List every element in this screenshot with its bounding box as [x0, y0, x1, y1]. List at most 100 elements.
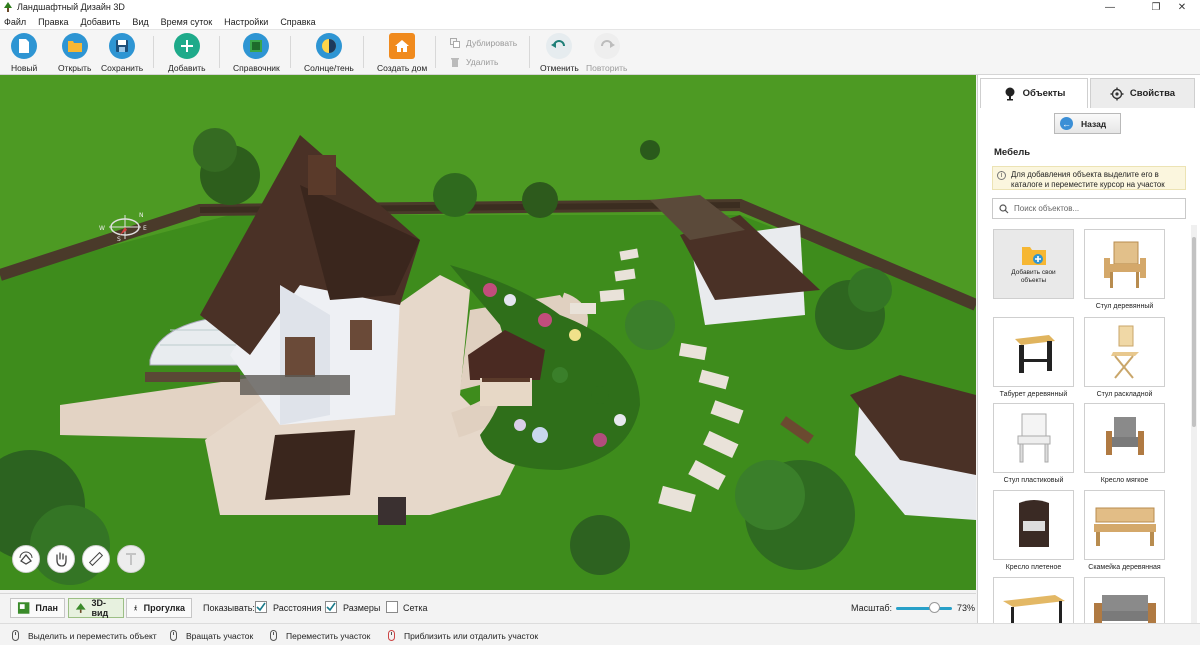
tab-plan-label: План [35, 603, 58, 613]
toolbar-divider [363, 36, 364, 68]
toolbar-divider [435, 36, 436, 68]
catalog-item-wicker-armchair[interactable]: Кресло плетеное [993, 490, 1074, 571]
pan-hand-button[interactable] [47, 545, 75, 573]
zoom-slider-handle[interactable] [929, 602, 940, 613]
sun-shadow-button[interactable]: Солнце/тень [304, 33, 354, 73]
category-title: Мебель [994, 147, 1031, 158]
catalog-item-garden-table[interactable] [993, 577, 1074, 623]
open-label: Открыть [58, 63, 92, 73]
tab-plan[interactable]: План [10, 598, 65, 618]
menu-time-of-day[interactable]: Время суток [161, 17, 213, 27]
create-house-button[interactable]: Создать дом [377, 33, 427, 73]
text-tool-button[interactable] [117, 545, 145, 573]
catalog-item-folding-chair[interactable]: Стул раскладной [1084, 317, 1165, 398]
new-file-icon [11, 33, 38, 59]
open-button[interactable]: Открыть [58, 33, 91, 73]
grey-sofa-thumbnail [1093, 595, 1156, 623]
save-button[interactable]: Сохранить [101, 33, 143, 73]
tab-walk[interactable]: Прогулка [126, 598, 192, 618]
dimensions-checkbox[interactable] [325, 601, 337, 613]
tab-3d-view[interactable]: 3D-вид [68, 598, 124, 618]
catalog-item-plastic-chair[interactable]: Стул пластиковый [993, 403, 1074, 484]
compass-south: S [117, 236, 121, 243]
sun-shadow-icon [315, 33, 342, 59]
save-disk-icon [109, 33, 136, 59]
catalog-item-label: Кресло плетеное [1005, 564, 1062, 571]
compass-north: N [139, 212, 144, 219]
mouse-right-icon [170, 630, 177, 641]
tab-properties-label: Свойства [1129, 88, 1176, 99]
wooden-bench-thumbnail [1093, 507, 1156, 546]
menu-file[interactable]: Файл [4, 17, 26, 27]
catalog-item-grey-sofa[interactable] [1084, 577, 1165, 623]
3d-viewport[interactable]: N S E W [0, 75, 976, 590]
soft-armchair-thumbnail [1105, 417, 1144, 455]
catalog-item-wooden-bench[interactable]: Скамейка деревянная [1084, 490, 1165, 571]
gear-icon [1110, 87, 1124, 100]
scale-value: 73% [957, 603, 976, 613]
duplicate-icon [450, 38, 460, 48]
rotate-view-button[interactable] [12, 545, 40, 573]
search-box[interactable] [992, 198, 1186, 219]
menu-edit[interactable]: Правка [38, 17, 68, 27]
menu-bar: Файл Правка Добавить Вид Время суток Нас… [0, 14, 1200, 30]
walking-person-icon [134, 605, 138, 611]
tab-objects[interactable]: Объекты [980, 78, 1088, 108]
app-logo-icon [4, 2, 12, 12]
add-button[interactable]: Добавить [168, 33, 206, 73]
delete-button[interactable]: Удалить [450, 57, 498, 67]
plastic-chair-thumbnail [1017, 413, 1050, 463]
redo-icon [593, 33, 620, 59]
hint-text: Для добавления объекта выделите его в ка… [1011, 170, 1165, 189]
catalog-item-wooden-chair[interactable]: Стул деревянный [1084, 229, 1165, 310]
toolbar-divider [529, 36, 530, 68]
add-own-objects-button[interactable]: Добавить свои объекты [993, 229, 1074, 299]
hint-move-plot: Переместить участок [270, 630, 370, 641]
save-label: Сохранить [101, 63, 144, 73]
grid-checkbox[interactable] [386, 601, 398, 613]
redo-button[interactable]: Повторить [586, 33, 628, 73]
panel-scrollbar-thumb[interactable] [1192, 237, 1196, 427]
distances-checkbox[interactable] [255, 601, 267, 613]
tab-objects-label: Объекты [1022, 88, 1066, 99]
undo-button[interactable]: Отменить [540, 33, 579, 73]
checkmark-icon [326, 602, 336, 612]
back-button[interactable]: ← Назад [1054, 113, 1121, 134]
search-input[interactable] [1014, 204, 1184, 213]
house-icon [389, 33, 416, 59]
duplicate-label: Дублировать [466, 38, 518, 48]
redo-label: Повторить [586, 63, 628, 73]
catalog-item-soft-armchair[interactable]: Кресло мягкое [1084, 403, 1165, 484]
close-button[interactable]: ✕ [1164, 0, 1200, 14]
ruler-button[interactable] [82, 545, 110, 573]
mouse-left-icon [12, 630, 19, 641]
delete-label: Удалить [466, 57, 499, 67]
text-tool-icon [126, 553, 136, 565]
reference-button[interactable]: Справочник [233, 33, 280, 73]
zoom-slider-track[interactable] [896, 607, 952, 610]
mouse-middle-icon [270, 630, 277, 641]
ruler-icon [88, 551, 104, 567]
undo-label: Отменить [540, 63, 579, 73]
garden-table-thumbnail [1002, 595, 1065, 623]
compass-east: E [143, 225, 147, 232]
menu-add[interactable]: Добавить [81, 17, 121, 27]
compass-west: W [99, 225, 105, 232]
dimensions-label: Размеры [343, 603, 381, 613]
catalog-item-label: Кресло мягкое [1100, 477, 1149, 484]
tab-walk-label: Прогулка [143, 603, 185, 613]
minimize-button[interactable]: — [1092, 0, 1128, 14]
menu-settings[interactable]: Настройки [224, 17, 268, 27]
catalog-item-wooden-stool[interactable]: Табурет деревянный [993, 317, 1074, 398]
garden-3d-scene[interactable]: N S E W [0, 75, 976, 590]
duplicate-button[interactable]: Дублировать [450, 38, 517, 48]
hint-select-move: Выделить и переместить объект [12, 630, 157, 641]
objects-panel: Объекты Свойства ← Назад Мебель i Для до… [977, 75, 1200, 623]
tab-properties[interactable]: Свойства [1090, 78, 1195, 108]
new-button[interactable]: Новый [11, 33, 37, 73]
add-label: Добавить [168, 63, 206, 73]
plus-icon [173, 33, 200, 59]
status-bar: Выделить и переместить объект Вращать уч… [0, 623, 1200, 645]
menu-view[interactable]: Вид [132, 17, 148, 27]
menu-help[interactable]: Справка [280, 17, 315, 27]
